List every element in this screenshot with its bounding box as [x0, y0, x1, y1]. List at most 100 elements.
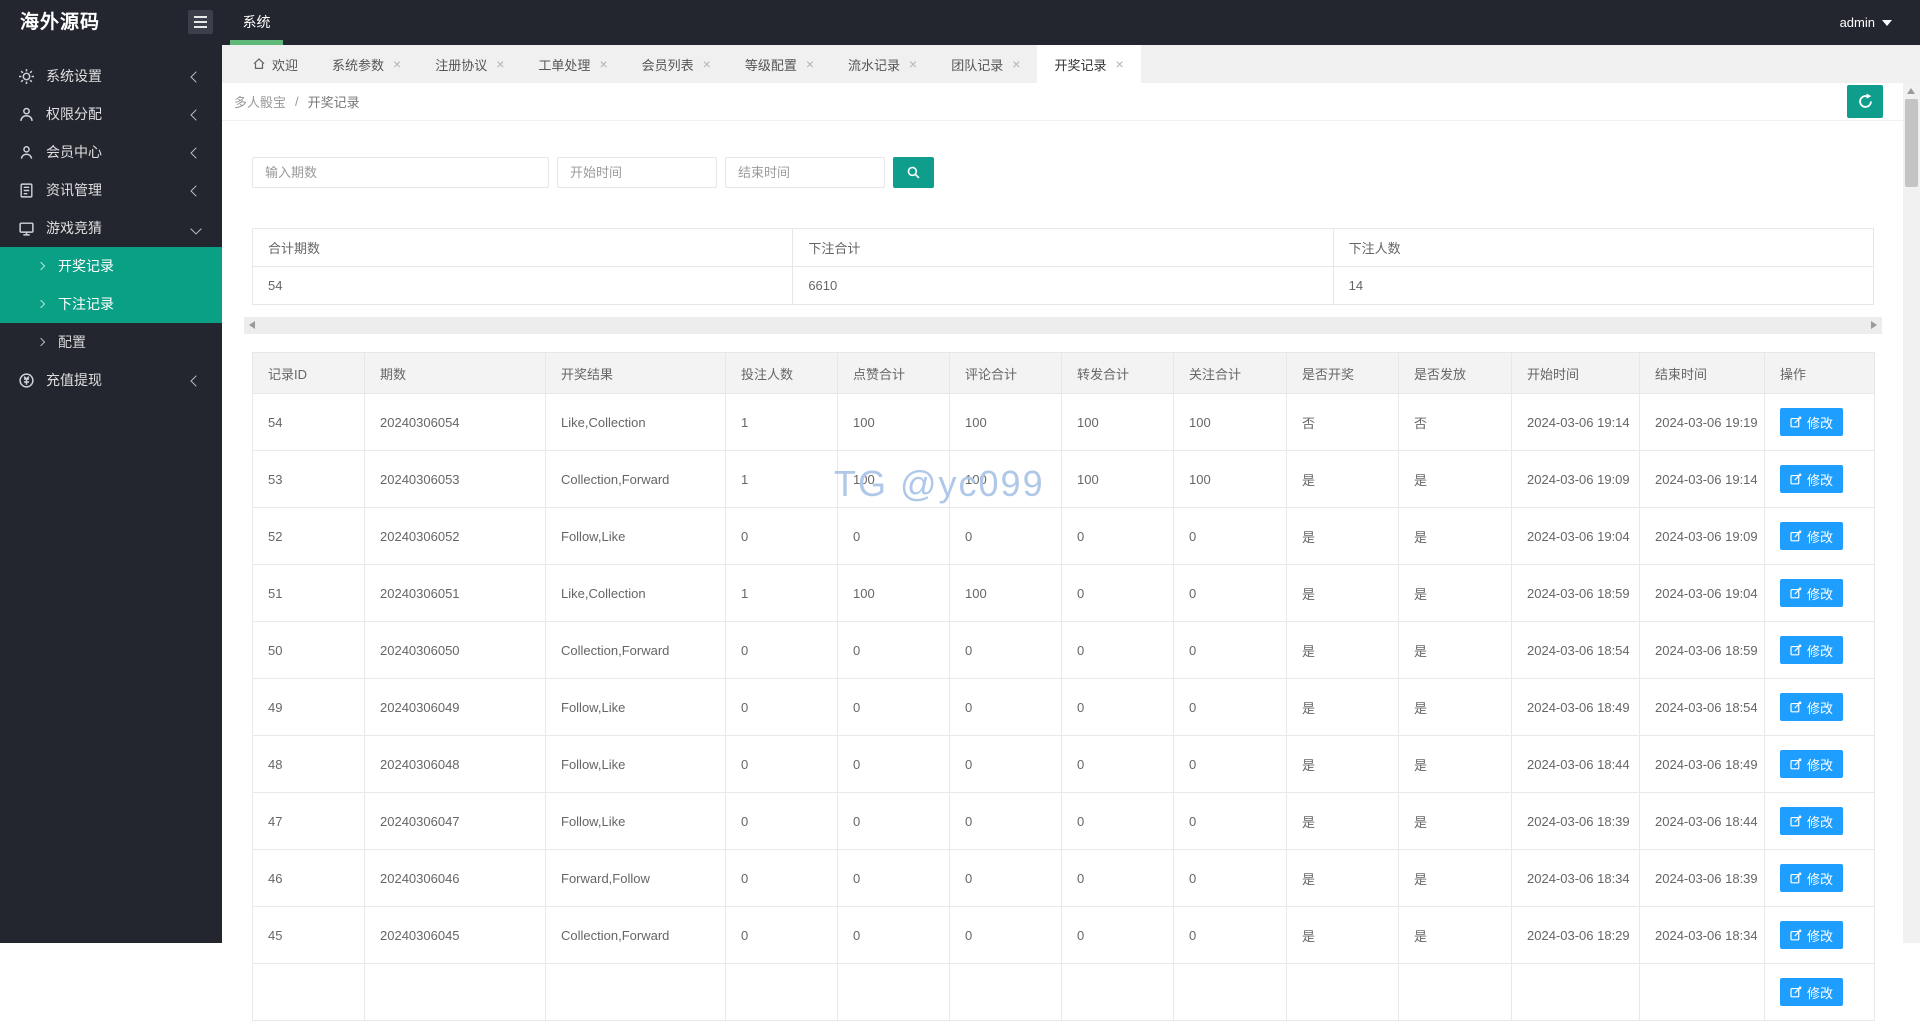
- close-icon[interactable]: ×: [599, 57, 607, 71]
- table-cell: 0: [949, 906, 1062, 964]
- sidebar-item[interactable]: 充值提现: [0, 361, 222, 399]
- edit-button[interactable]: 修改: [1780, 579, 1844, 607]
- table-cell: 0: [949, 735, 1062, 793]
- table-cell-actions: 修改: [1764, 450, 1875, 508]
- table-cell: Follow,Like: [545, 678, 726, 736]
- tab[interactable]: 工单处理 ×: [521, 45, 624, 83]
- edit-button[interactable]: 修改: [1780, 636, 1844, 664]
- table-row-partial: 修改: [252, 963, 1875, 1021]
- close-icon[interactable]: ×: [703, 57, 711, 71]
- sidebar-item[interactable]: 游戏竞猜: [0, 209, 222, 247]
- chevron-down-icon: [190, 220, 202, 236]
- table-cell: 2024-03-06 19:04: [1639, 564, 1765, 622]
- sidebar-item[interactable]: 系统设置: [0, 57, 222, 95]
- end-time-input[interactable]: [725, 157, 885, 188]
- table-cell: 2024-03-06 18:54: [1511, 621, 1640, 679]
- table-cell: 0: [837, 621, 950, 679]
- edit-button[interactable]: 修改: [1780, 864, 1844, 892]
- edit-button[interactable]: 修改: [1780, 921, 1844, 949]
- close-icon[interactable]: ×: [393, 57, 401, 71]
- scrollbar-thumb[interactable]: [1905, 99, 1918, 187]
- user-menu[interactable]: admin: [1840, 0, 1892, 45]
- table-row: 49 20240306049 Follow,Like 0 0 0 0 0 是是 2024-03-0…: [252, 678, 1875, 736]
- vertical-scrollbar[interactable]: [1903, 83, 1920, 943]
- table-cell: 0: [837, 792, 950, 850]
- edit-button[interactable]: 修改: [1780, 807, 1844, 835]
- close-icon[interactable]: ×: [496, 57, 504, 71]
- edit-button-label: 修改: [1807, 415, 1834, 431]
- edit-icon: [1790, 701, 1802, 713]
- tab[interactable]: 欢迎: [235, 45, 315, 83]
- tab[interactable]: 注册协议 ×: [418, 45, 521, 83]
- table-cell: 是: [1286, 564, 1399, 622]
- table-cell: [837, 963, 950, 1021]
- scroll-right-icon[interactable]: [1871, 321, 1877, 329]
- edit-icon: [1790, 530, 1802, 542]
- top-nav-system[interactable]: 系统: [230, 0, 283, 45]
- edit-button[interactable]: 修改: [1780, 693, 1844, 721]
- tab[interactable]: 开奖记录 ×: [1037, 45, 1141, 83]
- sidebar-subitem-label: 开奖记录: [58, 258, 114, 274]
- table-cell: 0: [1061, 792, 1174, 850]
- sidebar-subitem[interactable]: 配置: [0, 323, 222, 361]
- tab[interactable]: 等级配置 ×: [728, 45, 831, 83]
- table-cell: 2024-03-06 18:39: [1639, 849, 1765, 907]
- tab[interactable]: 系统参数 ×: [315, 45, 418, 83]
- table-cell: 2024-03-06 18:44: [1639, 792, 1765, 850]
- table-cell: 是: [1286, 906, 1399, 964]
- sidebar-item[interactable]: 权限分配: [0, 95, 222, 133]
- edit-button[interactable]: 修改: [1780, 978, 1844, 1006]
- close-icon[interactable]: ×: [1012, 57, 1020, 71]
- search-button[interactable]: [893, 157, 934, 188]
- sidebar-item[interactable]: 资讯管理: [0, 171, 222, 209]
- scroll-up-icon[interactable]: [1907, 88, 1915, 94]
- table-cell: 2024-03-06 19:09: [1639, 507, 1765, 565]
- table-cell: 是: [1286, 450, 1399, 508]
- table-cell: 是: [1398, 564, 1512, 622]
- hamburger-menu-icon[interactable]: [188, 10, 213, 34]
- close-icon[interactable]: ×: [909, 57, 917, 71]
- tab[interactable]: 团队记录 ×: [934, 45, 1037, 83]
- tab[interactable]: 流水记录 ×: [831, 45, 934, 83]
- tab[interactable]: 会员列表 ×: [625, 45, 728, 83]
- column-header: 开始时间: [1511, 352, 1640, 394]
- sidebar-subitem[interactable]: 下注记录: [0, 285, 222, 323]
- summary-value: 14: [1332, 266, 1875, 305]
- period-input[interactable]: [252, 157, 549, 188]
- table-cell: 20240306051: [364, 564, 546, 622]
- table-cell: [1173, 963, 1287, 1021]
- edit-button-label: 修改: [1807, 871, 1834, 887]
- table-cell: [949, 963, 1062, 1021]
- horizontal-scrollbar[interactable]: [244, 317, 1882, 334]
- chevron-left-icon: [190, 106, 202, 122]
- close-icon[interactable]: ×: [1115, 57, 1123, 71]
- sidebar-item[interactable]: 会员中心: [0, 133, 222, 171]
- breadcrumb-parent[interactable]: 多人骰宝: [234, 92, 286, 111]
- edit-button[interactable]: 修改: [1780, 522, 1844, 550]
- edit-button-label: 修改: [1807, 928, 1834, 944]
- table-cell: 0: [837, 735, 950, 793]
- close-icon[interactable]: ×: [806, 57, 814, 71]
- table-cell: 2024-03-06 18:54: [1639, 678, 1765, 736]
- table-cell: 20240306049: [364, 678, 546, 736]
- sidebar-item-label: 会员中心: [46, 144, 102, 160]
- sidebar-subitem[interactable]: 开奖记录: [0, 247, 222, 285]
- edit-button[interactable]: 修改: [1780, 750, 1844, 778]
- refresh-icon: [1857, 93, 1874, 110]
- summary-header: 合计期数: [251, 228, 794, 267]
- table-cell: 100: [1173, 393, 1287, 451]
- member-icon: [18, 144, 35, 161]
- edit-button[interactable]: 修改: [1780, 465, 1844, 493]
- scroll-left-icon[interactable]: [249, 321, 255, 329]
- tab-label: 会员列表: [641, 57, 694, 73]
- start-time-input[interactable]: [557, 157, 717, 188]
- edit-icon: [1790, 872, 1802, 884]
- table-cell: 20240306054: [364, 393, 546, 451]
- table-cell: Like,Collection: [545, 393, 726, 451]
- edit-button[interactable]: 修改: [1780, 408, 1844, 436]
- table-cell: [1639, 963, 1765, 1021]
- table-cell: 2024-03-06 19:09: [1511, 450, 1640, 508]
- table-cell: 0: [725, 678, 838, 736]
- refresh-button[interactable]: [1847, 85, 1883, 118]
- records-table: 记录ID 期数 开奖结果 投注人数 点赞合计 评论合计 转发合计 关注合计 是否开奖 是否发放 开始…: [252, 352, 1875, 1021]
